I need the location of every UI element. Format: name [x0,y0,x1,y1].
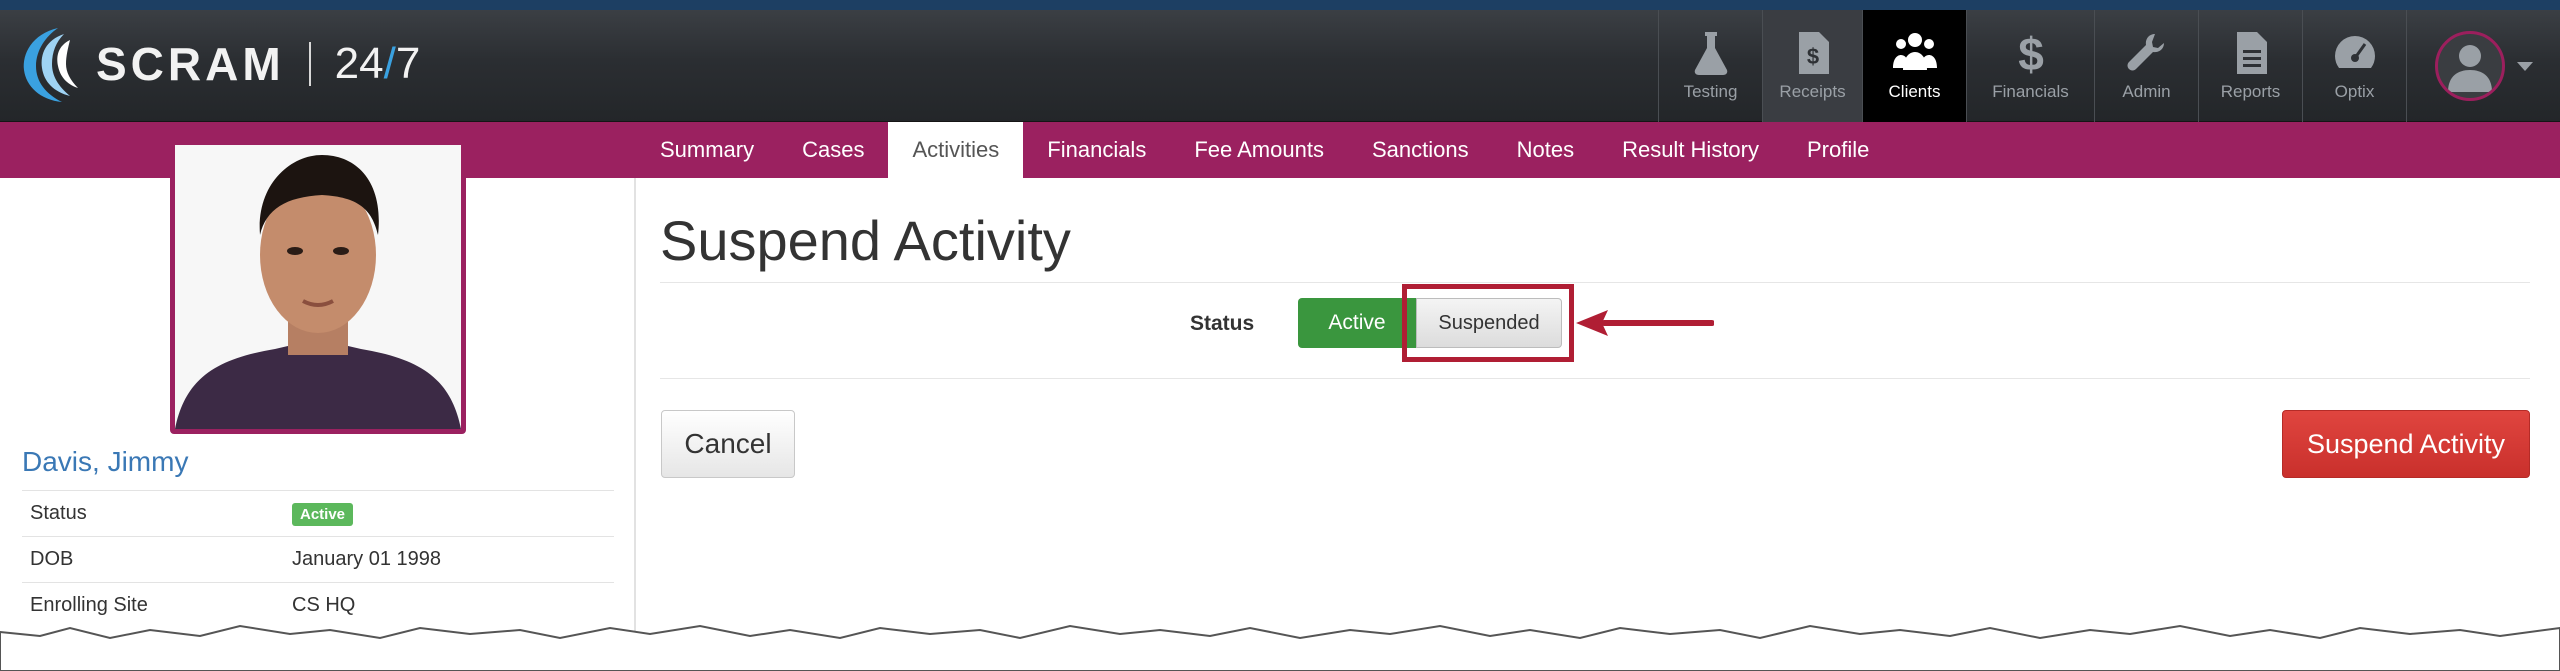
suspend-activity-button[interactable]: Suspend Activity [2282,410,2530,478]
tab-summary[interactable]: Summary [636,122,778,178]
info-row-status: Status Active [22,490,614,537]
tab-notes[interactable]: Notes [1493,122,1598,178]
info-value-status: Active [284,490,614,537]
tab-financials[interactable]: Financials [1023,122,1170,178]
scram-logo[interactable]: SCRAM 24/7 [18,24,420,104]
wrench-icon [2127,34,2164,71]
clients-icon [1892,33,1937,70]
tab-activities[interactable]: Activities [888,122,1024,178]
chevron-down-icon [2516,61,2533,71]
scram-logo-mark-icon [23,28,78,102]
logo-24-7: 24/7 [335,39,421,89]
info-row-dob: DOB January 01 1998 [22,536,614,583]
main-nav: Testing $ Receipts Clients $ Financials … [1658,10,2560,122]
nav-item-testing[interactable]: Testing [1658,10,1762,122]
user-avatar-icon [2434,31,2505,101]
tab-fee-amounts[interactable]: Fee Amounts [1170,122,1348,178]
logo-slash: / [383,39,396,88]
status-active-toggle[interactable]: Active [1298,298,1416,348]
divider-top [660,282,2530,283]
tab-sanctions[interactable]: Sanctions [1348,122,1493,178]
flask-icon [1694,32,1727,75]
logo-text: SCRAM [96,38,285,90]
dollar-icon: $ [2018,30,2044,76]
nav-label-reports: Reports [2220,82,2281,101]
page-title: Suspend Activity [660,209,1071,272]
annotation-highlight-box [1402,284,1574,362]
nav-item-admin[interactable]: Admin [2094,10,2198,122]
logo-7: 7 [395,39,421,88]
info-label-dob: DOB [22,536,284,583]
divider-bottom [660,378,2530,379]
nav-item-clients[interactable]: Clients [1862,10,1966,122]
gauge-icon [2334,36,2375,68]
nav-label-financials: Financials [1992,82,2069,101]
nav-label-clients: Clients [1888,82,1941,101]
nav-label-receipts: Receipts [1779,82,1846,101]
info-label-status: Status [22,490,284,537]
cancel-button[interactable]: Cancel [661,410,795,478]
nav-item-financials[interactable]: $ Financials [1966,10,2094,122]
receipt-icon: $ [1798,32,1829,74]
status-label: Status [1190,312,1255,335]
status-badge: Active [292,503,354,526]
tab-profile[interactable]: Profile [1783,122,1893,178]
nav-label-optix: Optix [2334,82,2375,101]
svg-text:$: $ [2018,30,2044,76]
nav-label-admin: Admin [2122,82,2171,101]
client-photo [170,140,466,434]
info-value-dob: January 01 1998 [284,536,614,583]
logo-24: 24 [334,39,384,88]
document-icon [2236,32,2267,74]
nav-item-optix[interactable]: Optix [2302,10,2406,122]
logo-divider [308,42,311,86]
nav-item-reports[interactable]: Reports [2198,10,2302,122]
client-name-link[interactable]: Davis, Jimmy [22,446,188,478]
user-menu[interactable] [2406,10,2560,122]
client-info-table: Status Active DOB January 01 1998 Enroll… [22,490,614,629]
torn-edge-decoration [0,624,2560,671]
annotation-arrow-icon [1576,310,1714,336]
client-tabs: Summary Cases Activities Financials Fee … [636,122,1893,178]
tab-result-history[interactable]: Result History [1598,122,1783,178]
nav-item-receipts[interactable]: $ Receipts [1762,10,1862,122]
nav-label-testing: Testing [1683,82,1738,101]
svg-text:$: $ [1806,44,1818,69]
top-navbar: SCRAM 24/7 Testing $ Receipts Clients $ … [0,0,2560,122]
tab-cases[interactable]: Cases [778,122,888,178]
